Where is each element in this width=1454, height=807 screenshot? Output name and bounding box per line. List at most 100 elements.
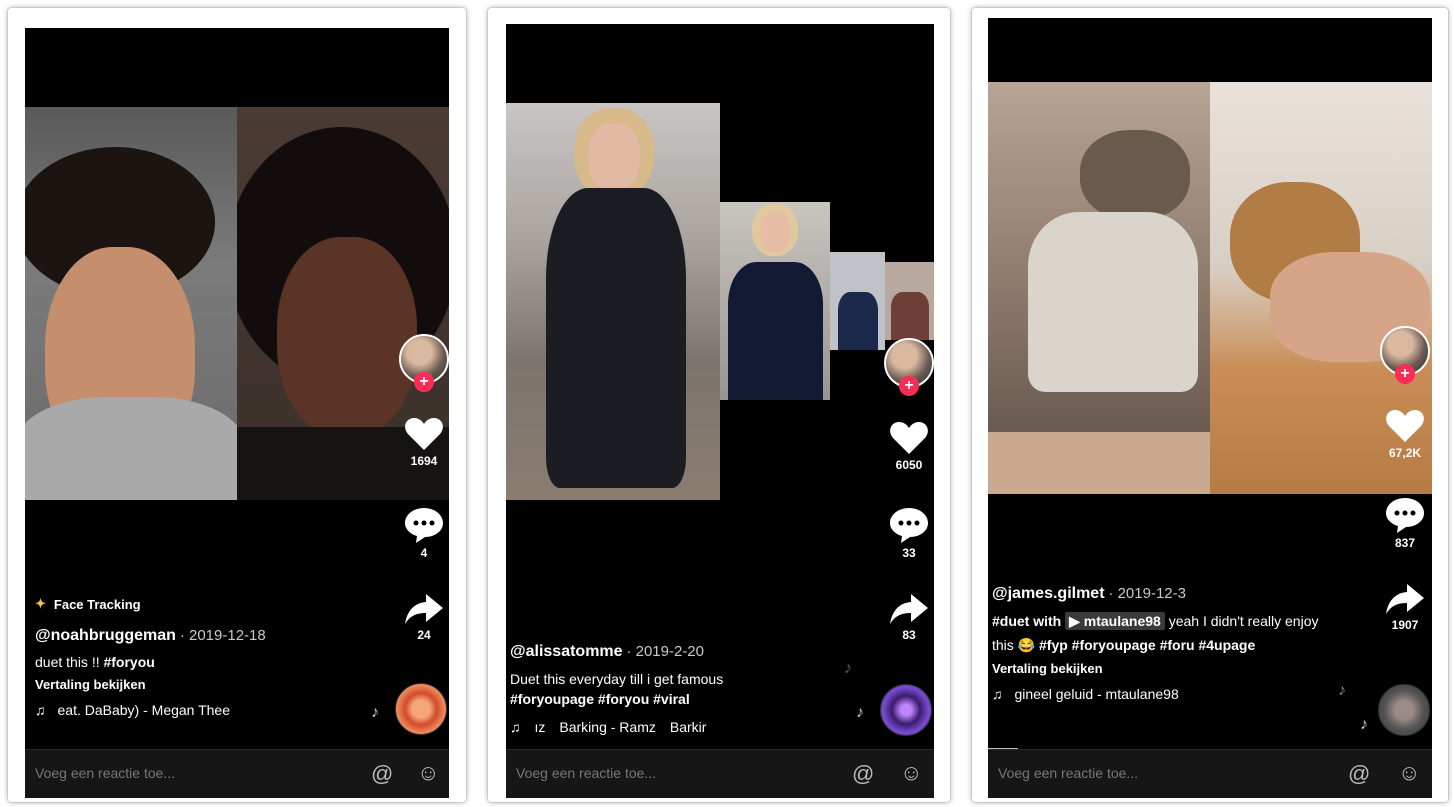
duet-video-small-3[interactable]: [885, 262, 934, 340]
comment-input-bar[interactable]: Voeg een reactie toe... @ ☺: [25, 749, 449, 798]
comment-button[interactable]: 33: [884, 506, 934, 560]
mention-icon[interactable]: @: [852, 761, 874, 787]
person-face: [760, 212, 790, 252]
comment-input[interactable]: Voeg een reactie toe...: [516, 765, 656, 781]
effect-label: Face Tracking: [53, 596, 141, 612]
duet-video-main[interactable]: [506, 103, 720, 500]
comment-button[interactable]: 4: [399, 506, 449, 560]
phone-screenshot-1: + 1694 4 24 ✦ Face Tracking @noahbruggem…: [8, 8, 466, 802]
person-face: [588, 123, 640, 191]
music-note-icon: ♫: [510, 719, 521, 735]
like-count: 67,2K: [1388, 446, 1422, 460]
music-title: Barking - Ramz: [559, 719, 656, 735]
effect-tag[interactable]: ✦ Face Tracking: [35, 596, 395, 612]
video-screen: + 67,2K 837 1907 @james.gilmet · 2019-12…: [988, 18, 1432, 798]
duet-source-chip[interactable]: ▶ mtaulane98: [1065, 612, 1165, 630]
duet-video-small-2[interactable]: [830, 252, 885, 350]
comment-input-bar[interactable]: Voeg een reactie toe... @ ☺: [506, 749, 934, 798]
video-info: @alissatomme · 2019-2-20 Duet this every…: [510, 632, 880, 735]
music-ticker[interactable]: ♫ gineel geluid - mtaulane98: [992, 686, 1332, 702]
like-count: 1694: [410, 454, 438, 468]
music-title-repeat: Barkir: [669, 719, 707, 735]
share-count: 83: [902, 628, 916, 642]
floating-note-icon: ♪: [856, 704, 864, 721]
person-body: [1028, 212, 1198, 392]
person-face: [277, 237, 417, 437]
music-title: eat. DaBaby) - Megan Thee: [57, 702, 231, 718]
music-ticker[interactable]: ♫ eat. DaBaby) - Megan Thee: [35, 702, 395, 718]
music-note-icon: ♫: [35, 702, 46, 718]
floor: [988, 432, 1210, 494]
comment-input[interactable]: Voeg een reactie toe...: [998, 765, 1138, 781]
share-count: 24: [417, 628, 431, 642]
phone-screenshot-2: + 6050 33 83 @alissatomme · 2019-2-20 Du…: [488, 8, 950, 802]
duet-prefix: #duet with: [992, 613, 1062, 629]
duet-video-left[interactable]: [988, 82, 1210, 494]
follow-plus-icon[interactable]: +: [1395, 364, 1415, 384]
duet-video-small-1[interactable]: [720, 202, 830, 400]
share-arrow-icon: [1386, 584, 1424, 614]
like-button[interactable]: 1694: [399, 416, 449, 468]
username-link[interactable]: @noahbruggeman: [35, 627, 176, 644]
duet-video-left[interactable]: [25, 107, 237, 500]
comment-count: 33: [902, 546, 916, 560]
caption-text: Duet this everyday till i get famous: [510, 671, 724, 687]
post-date: 2019-12-18: [189, 627, 266, 644]
music-disc[interactable]: [1378, 684, 1430, 736]
mention-icon[interactable]: @: [371, 761, 393, 787]
creator-avatar[interactable]: +: [884, 338, 934, 396]
mention-icon[interactable]: @: [1348, 761, 1370, 787]
music-title: gineel geluid - mtaulane98: [1014, 686, 1179, 702]
floating-note-icon: ♪: [1338, 682, 1346, 699]
translate-link[interactable]: Vertaling bekijken: [992, 661, 1332, 676]
translate-link[interactable]: Vertaling bekijken: [35, 677, 395, 692]
emoji-icon[interactable]: ☺: [900, 760, 922, 786]
post-date: 2019-2-20: [635, 643, 704, 660]
emoji-icon[interactable]: ☺: [1398, 760, 1420, 786]
comment-input[interactable]: Voeg een reactie toe...: [35, 765, 175, 781]
heart-icon: [1386, 410, 1424, 442]
hashtag-links[interactable]: #fyp #foryoupage #foru #4upage: [1039, 637, 1255, 653]
floating-note-icon: ♪: [371, 704, 379, 721]
person-body: [838, 292, 878, 350]
music-title-fragment: ız: [534, 719, 546, 735]
follow-plus-icon[interactable]: +: [414, 372, 434, 392]
share-arrow-icon: [405, 594, 443, 624]
video-info: @james.gilmet · 2019-12-3 #duet with ▶ m…: [992, 574, 1332, 702]
person-body: [546, 188, 686, 488]
like-button[interactable]: 6050: [884, 420, 934, 472]
video-screen: + 1694 4 24 ✦ Face Tracking @noahbruggem…: [25, 28, 449, 798]
like-button[interactable]: 67,2K: [1380, 408, 1430, 460]
floating-note-icon: ♪: [844, 660, 852, 677]
share-button[interactable]: 24: [399, 592, 449, 642]
share-button[interactable]: 1907: [1380, 582, 1430, 632]
comment-button[interactable]: 837: [1380, 496, 1430, 550]
phone-screenshot-3: + 67,2K 837 1907 @james.gilmet · 2019-12…: [972, 8, 1448, 802]
floating-note-icon: ♪: [1360, 716, 1368, 733]
creator-avatar[interactable]: +: [399, 334, 449, 392]
comment-input-bar[interactable]: Voeg een reactie toe... @ ☺: [988, 749, 1432, 798]
music-disc[interactable]: [395, 683, 447, 735]
video-info: ✦ Face Tracking @noahbruggeman · 2019-12…: [35, 596, 395, 718]
music-note-icon: ♫: [992, 686, 1003, 702]
share-count: 1907: [1391, 618, 1419, 632]
music-disc[interactable]: [880, 684, 932, 736]
share-arrow-icon: [890, 594, 928, 624]
hashtag-link[interactable]: #foryou: [103, 654, 154, 670]
share-button[interactable]: 83: [884, 592, 934, 642]
video-screen: + 6050 33 83 @alissatomme · 2019-2-20 Du…: [506, 24, 934, 798]
heart-icon: [405, 418, 443, 450]
person-body: [728, 262, 823, 400]
username-link[interactable]: @alissatomme: [510, 643, 623, 660]
person-hair: [1080, 130, 1190, 220]
hoodie: [25, 397, 237, 500]
comment-bubble-icon: [890, 508, 928, 543]
follow-plus-icon[interactable]: +: [899, 376, 919, 396]
creator-avatar[interactable]: +: [1380, 326, 1430, 384]
emoji-icon[interactable]: ☺: [417, 760, 439, 786]
music-ticker[interactable]: ♫ ız Barking - Ramz Barkir: [510, 719, 880, 735]
hashtag-links[interactable]: #foryoupage #foryou #viral: [510, 689, 880, 709]
username-link[interactable]: @james.gilmet: [992, 585, 1105, 602]
comment-count: 837: [1394, 536, 1416, 550]
sparkle-icon: ✦: [35, 596, 46, 611]
